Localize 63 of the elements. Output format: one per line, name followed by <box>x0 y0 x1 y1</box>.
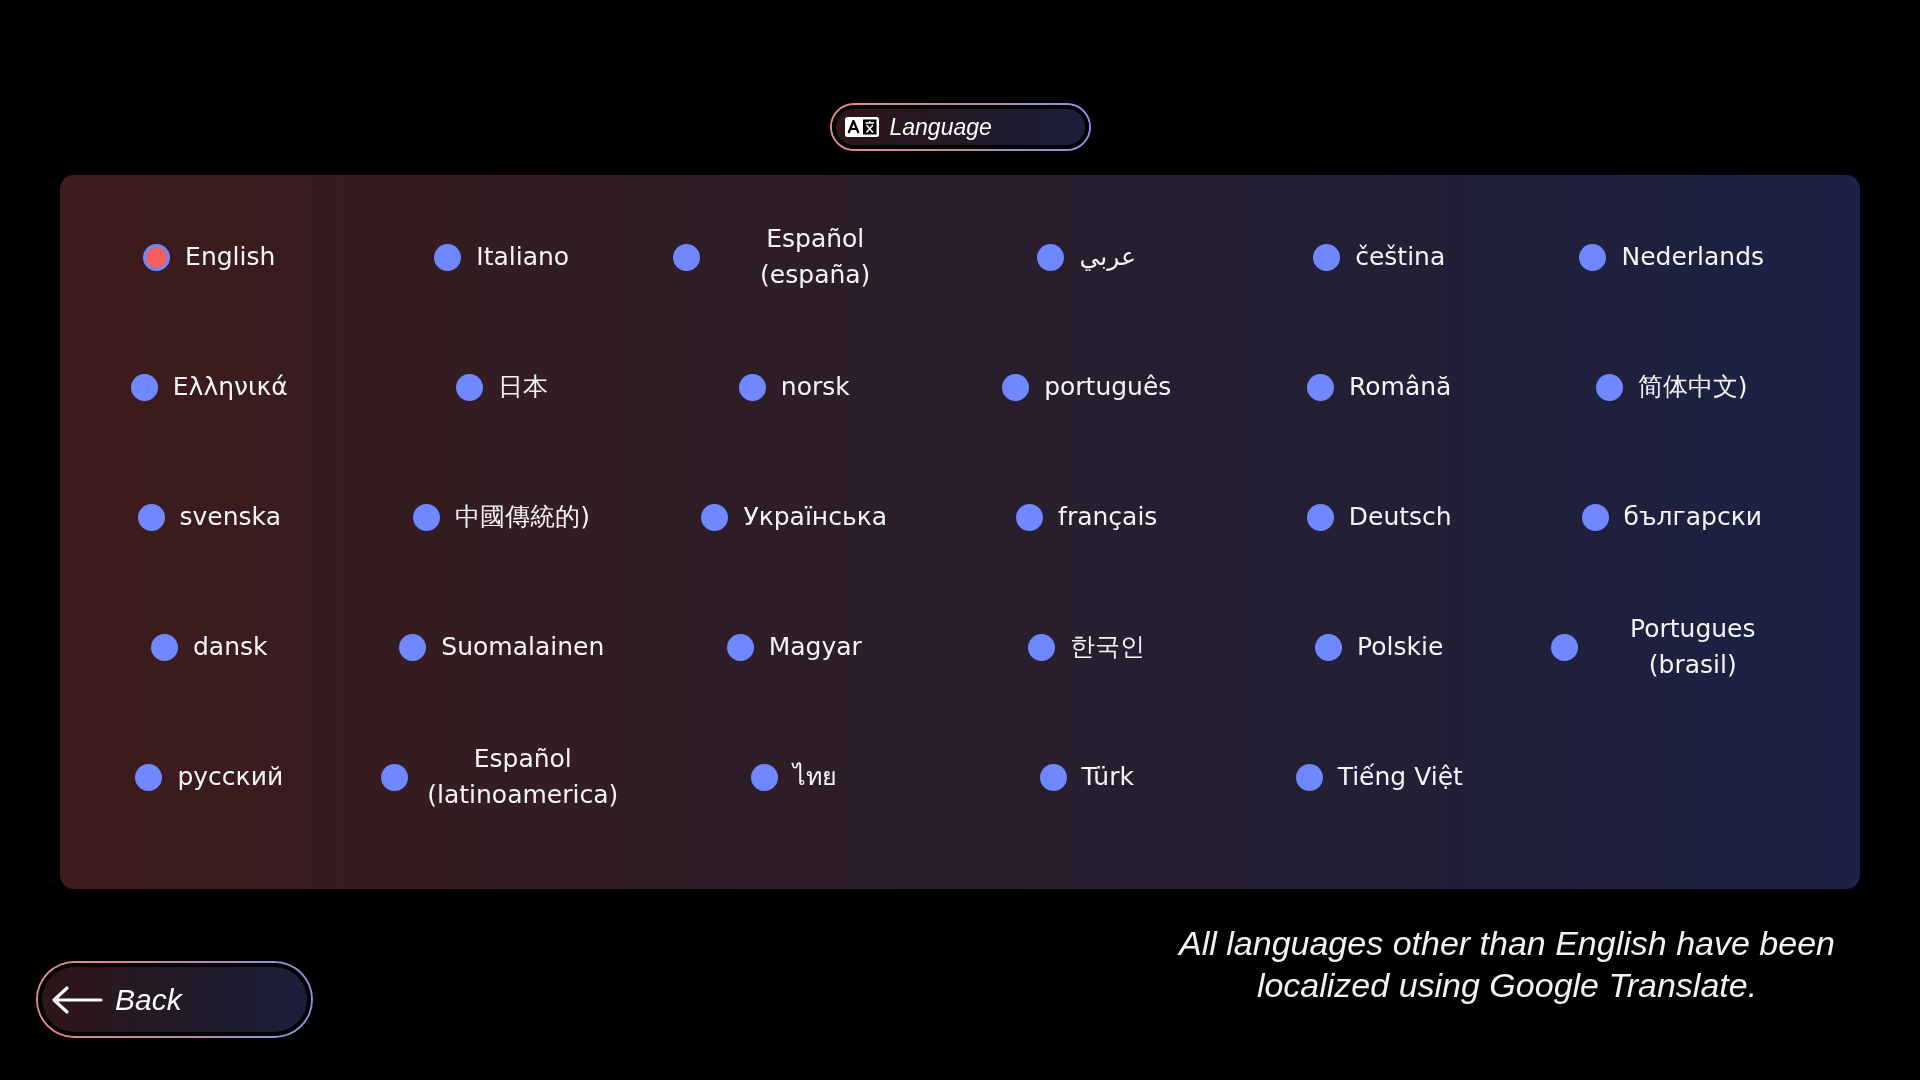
language-option[interactable]: français <box>1016 499 1158 535</box>
language-option[interactable]: 日本 <box>455 369 548 405</box>
radio-icon[interactable] <box>1581 503 1609 531</box>
language-option[interactable]: ไทย <box>751 759 838 795</box>
radio-icon[interactable] <box>399 633 427 661</box>
radio-icon[interactable] <box>130 373 158 401</box>
language-option[interactable]: svenska <box>137 499 281 535</box>
radio-icon[interactable] <box>673 243 701 271</box>
language-option[interactable]: Italiano <box>434 239 570 275</box>
radio-icon[interactable] <box>455 373 483 401</box>
radio-icon[interactable] <box>1313 243 1341 271</box>
radio-icon[interactable] <box>380 763 408 791</box>
translate-icon <box>844 117 879 137</box>
radio-icon[interactable] <box>1595 373 1623 401</box>
language-option[interactable]: 简体中文) <box>1595 369 1748 405</box>
radio-icon[interactable] <box>1306 503 1334 531</box>
radio-icon[interactable] <box>413 503 441 531</box>
language-option[interactable]: 中國傳統的) <box>413 499 591 535</box>
radio-icon[interactable] <box>701 503 729 531</box>
language-option[interactable]: русский <box>135 759 284 795</box>
radio-icon[interactable] <box>1016 503 1044 531</box>
language-option[interactable]: norsk <box>738 369 850 405</box>
language-option[interactable]: Türk <box>1039 759 1134 795</box>
radio-icon[interactable] <box>1028 633 1056 661</box>
language-option[interactable]: Español (latinoamerica) <box>380 741 623 813</box>
radio-icon[interactable] <box>1295 763 1323 791</box>
translation-note: All languages other than English have been localized using Google Translate. <box>1176 923 1836 1006</box>
radio-icon[interactable] <box>143 243 171 271</box>
language-option[interactable]: Українська <box>701 499 888 535</box>
language-option[interactable]: Polskie <box>1315 629 1444 665</box>
language-option[interactable]: português <box>1002 369 1172 405</box>
radio-icon[interactable] <box>1002 373 1030 401</box>
language-option[interactable]: Español (españa) <box>673 221 916 293</box>
language-option[interactable]: Magyar <box>726 629 862 665</box>
language-option[interactable]: Deutsch <box>1306 499 1452 535</box>
radio-icon[interactable] <box>1307 373 1335 401</box>
header-title: Language <box>889 113 992 141</box>
language-option[interactable]: English <box>143 239 276 275</box>
radio-icon[interactable] <box>726 633 754 661</box>
language-option[interactable]: Nederlands <box>1579 239 1765 275</box>
language-option[interactable]: dansk <box>150 629 268 665</box>
language-option[interactable]: Română <box>1307 369 1452 405</box>
radio-icon[interactable] <box>434 243 462 271</box>
language-option[interactable]: Ελληνικά <box>130 369 288 405</box>
radio-icon[interactable] <box>751 763 779 791</box>
radio-icon[interactable] <box>135 763 163 791</box>
language-option[interactable]: Suomalainen <box>399 629 605 665</box>
radio-icon[interactable] <box>1315 633 1343 661</box>
radio-icon[interactable] <box>1037 243 1065 271</box>
radio-icon[interactable] <box>1579 243 1607 271</box>
radio-icon[interactable] <box>738 373 766 401</box>
language-option[interactable]: عربي <box>1037 239 1136 275</box>
radio-icon[interactable] <box>1550 633 1578 661</box>
language-option[interactable]: 한국인 <box>1028 629 1146 665</box>
language-option[interactable]: čeština <box>1313 239 1446 275</box>
arrow-left-icon <box>51 983 103 1016</box>
radio-icon[interactable] <box>137 503 165 531</box>
language-option[interactable]: Portugues (brasil) <box>1550 611 1793 683</box>
language-option[interactable]: български <box>1581 499 1762 535</box>
language-option[interactable]: Tiếng Việt <box>1295 759 1463 795</box>
radio-icon[interactable] <box>150 633 178 661</box>
back-button[interactable]: Back <box>36 961 313 1038</box>
radio-icon[interactable] <box>1039 763 1067 791</box>
